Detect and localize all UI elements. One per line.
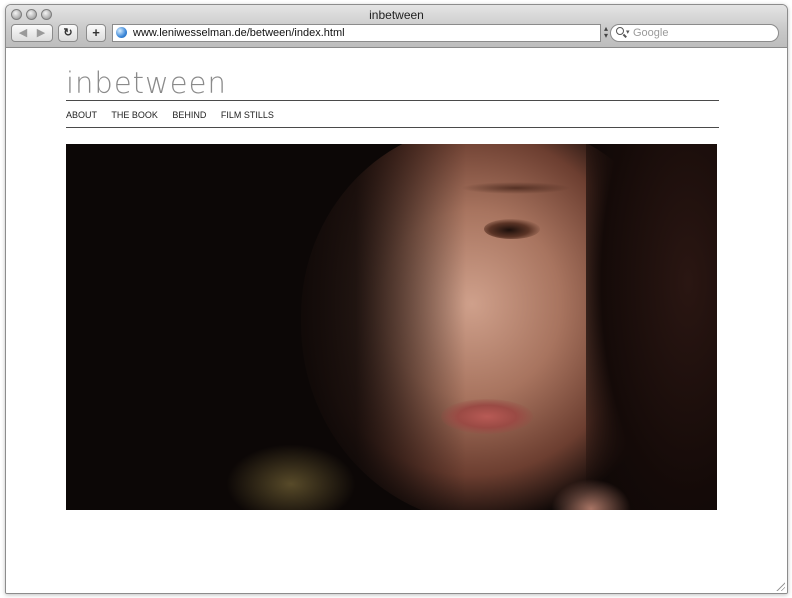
title-bar: inbetween ◀ ▶ ↻ + www.leniwesselman.de/be… xyxy=(6,5,787,48)
back-forward-buttons: ◀ ▶ xyxy=(11,24,53,42)
nav-film-stills[interactable]: FILM STILLS xyxy=(221,110,274,120)
site-globe-icon xyxy=(116,27,127,38)
search-dropdown-icon[interactable]: ▾ xyxy=(626,25,630,41)
hero-photo xyxy=(66,144,717,510)
search-icon xyxy=(616,27,624,35)
browser-window: inbetween ◀ ▶ ↻ + www.leniwesselman.de/be… xyxy=(5,4,788,594)
reload-button[interactable]: ↻ xyxy=(58,24,78,42)
back-arrow-icon[interactable]: ◀ xyxy=(14,25,32,41)
address-dropdown-icon[interactable]: ▴ ▾ xyxy=(604,25,608,40)
forward-arrow-icon[interactable]: ▶ xyxy=(32,25,50,41)
nav-the-book[interactable]: THE BOOK xyxy=(111,110,158,120)
window-title: inbetween xyxy=(369,8,424,22)
reload-icon: ↻ xyxy=(63,27,73,39)
address-bar[interactable]: www.leniwesselman.de/between/index.html xyxy=(112,24,601,42)
url-text: www.leniwesselman.de/between/index.html xyxy=(133,27,345,39)
nav-about[interactable]: ABOUT xyxy=(66,110,97,120)
header-divider-bottom xyxy=(66,127,719,128)
header-divider-top xyxy=(66,100,719,101)
search-placeholder: Google xyxy=(633,27,669,39)
add-bookmark-button[interactable]: + xyxy=(86,24,106,42)
search-field[interactable]: ▾ Google xyxy=(610,24,779,42)
nav-behind[interactable]: BEHIND xyxy=(172,110,206,120)
site-title: inbetween xyxy=(66,66,227,100)
site-nav: ABOUT THE BOOK BEHIND FILM STILLS xyxy=(66,110,286,120)
page-content: inbetween ABOUT THE BOOK BEHIND FILM STI… xyxy=(6,48,787,593)
